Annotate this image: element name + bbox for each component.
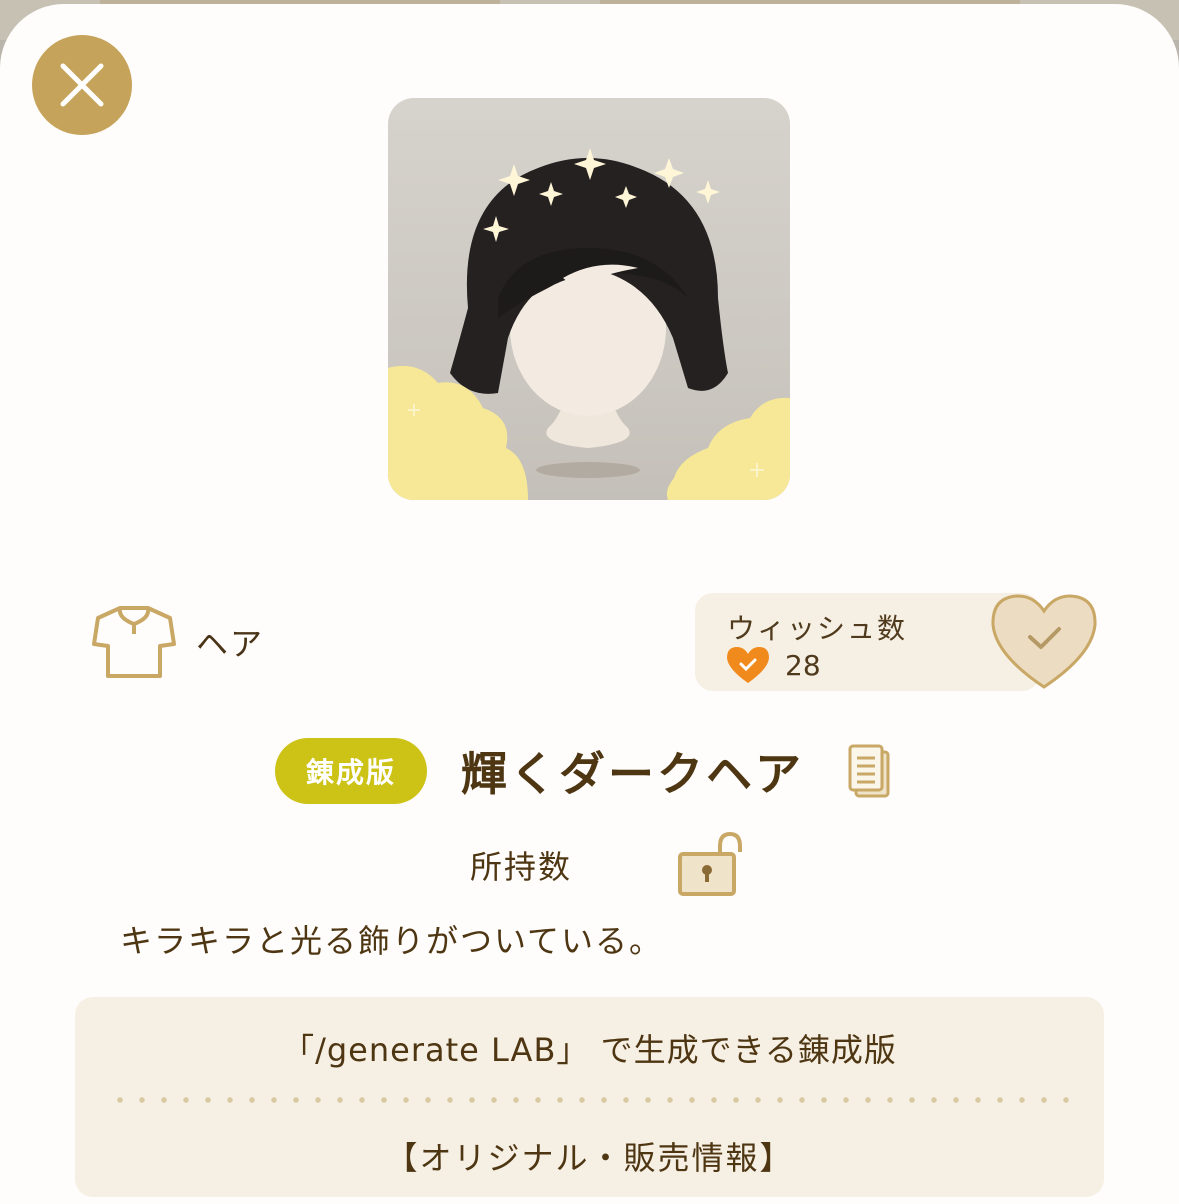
wish-button[interactable] [988,591,1100,693]
wish-count-title: ウィッシュ数 [727,612,908,645]
close-button[interactable] [32,35,132,135]
generate-lab-note: 「/generate LAB」 で生成できる錬成版 [282,1031,897,1069]
alchemy-version-badge: 錬成版 [275,738,427,804]
category-label: ヘア [196,625,265,663]
owned-count-label: 所持数 [470,848,573,886]
item-description: キラキラと光る飾りがついている。 [120,922,664,960]
wish-count-value: 28 [785,648,821,682]
item-preview-image [388,98,790,500]
item-name: 輝くダークヘア [461,747,804,801]
original-sales-info-heading: 【オリジナル・販売情報】 [385,1139,794,1177]
item-title-row: 錬成版 輝くダークヘア [275,738,892,804]
category-row: ヘア [90,604,264,680]
unlock-icon [678,831,742,896]
copy-name-button[interactable] [846,742,892,800]
copy-icon [848,744,890,798]
unlock-button[interactable] [676,831,746,898]
shirt-icon [92,606,176,678]
heart-check-icon [991,594,1097,689]
info-panel: 「/generate LAB」 で生成できる錬成版 【オリジナル・販売情報】 [75,997,1104,1197]
dotted-divider [109,1097,1070,1103]
heart-icon [727,647,769,683]
dark-hair-illustration [388,148,790,500]
wish-count-row: 28 [725,645,821,685]
close-icon [60,63,104,107]
